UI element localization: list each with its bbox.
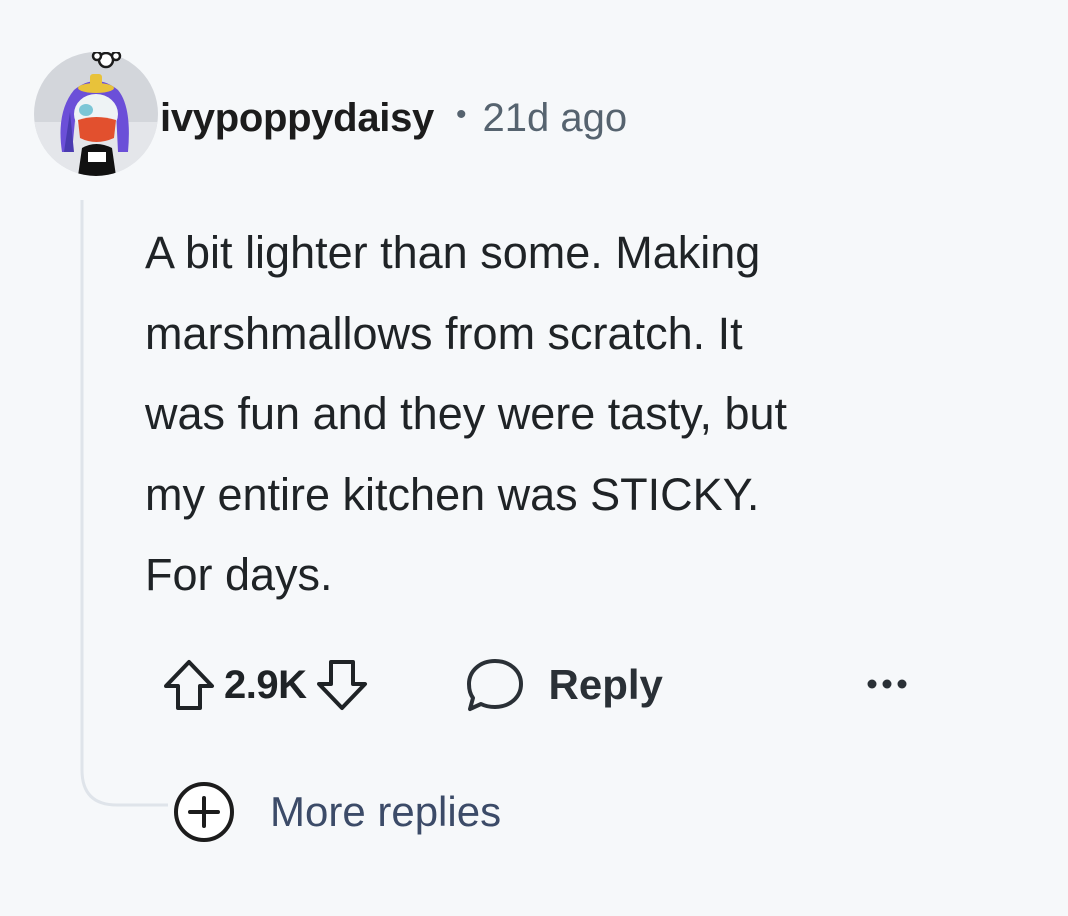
username[interactable]: ivypoppydaisy (160, 96, 434, 141)
comment-body-line: For days. (145, 549, 333, 600)
comment-body-line: was fun and they were tasty, but (145, 388, 788, 439)
comment-card: ivypoppydaisy • 21d ago A bit lighter th… (0, 0, 1068, 916)
vote-count: 2.9K (224, 662, 307, 707)
comment-actions: 2.9K Reply (160, 652, 663, 718)
arrow-up-icon[interactable] (160, 656, 218, 714)
comment-header: ivypoppydaisy • 21d ago (160, 90, 627, 146)
plus-circle-icon (174, 782, 234, 842)
arrow-down-icon[interactable] (313, 656, 371, 714)
ellipsis-icon[interactable] (860, 668, 914, 700)
user-avatar[interactable] (34, 52, 158, 176)
meta-separator: • (455, 98, 467, 131)
timestamp[interactable]: 21d ago (483, 96, 628, 141)
reply-label: Reply (548, 661, 663, 708)
more-replies-button[interactable]: More replies (172, 780, 501, 844)
reply-button[interactable]: Reply (465, 655, 663, 715)
comment-body: A bit lighter than some. Making marshmal… (145, 213, 1045, 616)
comment-body-line: marshmallows from scratch. It (145, 307, 743, 359)
comment-body-line: my entire kitchen was STICKY. (145, 468, 760, 520)
speech-bubble-icon (466, 659, 523, 711)
comment-body-line: A bit lighter than some. Making (145, 227, 761, 278)
more-replies-label: More replies (270, 788, 502, 835)
